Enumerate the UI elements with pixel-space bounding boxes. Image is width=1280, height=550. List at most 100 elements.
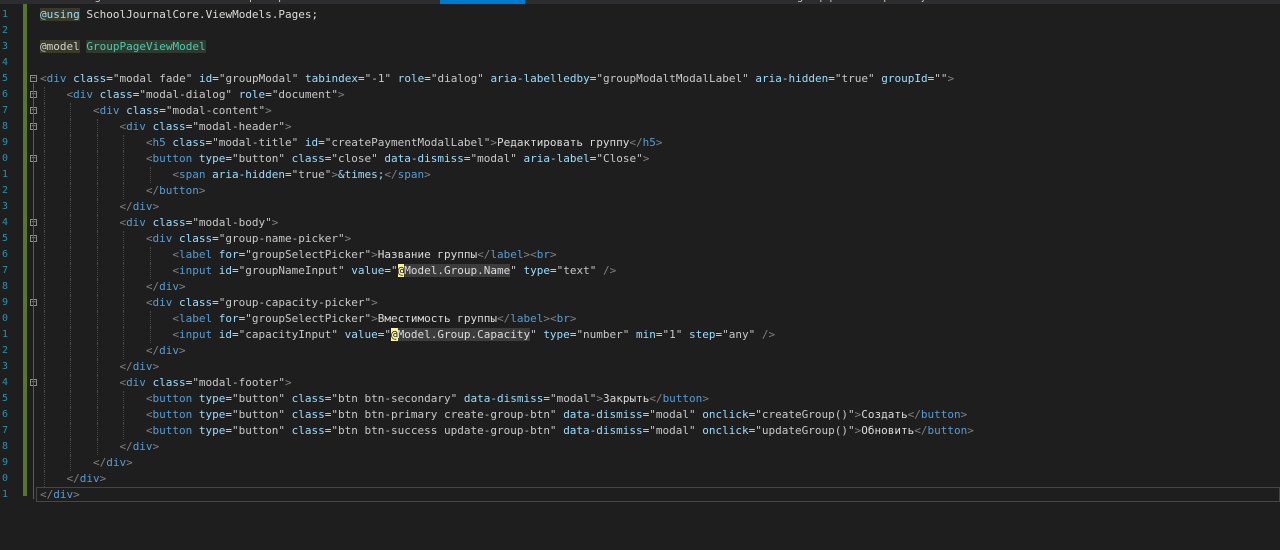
line-number: 1 (1, 9, 8, 20)
indent-guide (70, 135, 72, 151)
indent-guide (44, 247, 45, 263)
code-line[interactable]: <button type="button" class="btn btn-pri… (40, 407, 967, 423)
code-line[interactable]: <button type="button" class="btn btn-suc… (40, 423, 974, 439)
indent-guide (44, 215, 45, 231)
indent-guide (70, 231, 72, 247)
indent-guide (96, 327, 98, 343)
code-line[interactable]: </div> (40, 343, 186, 359)
indent-guide (70, 375, 72, 391)
line-number: 0 (1, 153, 8, 164)
code-line[interactable]: <h5 class="modal-title" id="createPaymen… (40, 135, 663, 151)
editor-tab[interactable]: GroupComponentController.cs (225, 0, 376, 4)
indent-guide (44, 135, 45, 151)
code-line[interactable]: <div class="group-capacity-picker"> (40, 295, 378, 311)
editor-tab[interactable]: Create-group-picker.component.js (760, 0, 930, 4)
indent-guide (96, 295, 98, 311)
code-line[interactable]: <div class="modal-footer"> (40, 375, 291, 391)
line-number: 0 (1, 313, 8, 324)
code-line[interactable]: <div class="modal-dialog" role="document… (40, 87, 344, 103)
code-line[interactable]: <div class="modal-header"> (40, 119, 291, 135)
indent-guide (70, 455, 72, 471)
indent-guide (70, 103, 72, 119)
indent-guide (44, 359, 45, 375)
code-line[interactable]: </div> (40, 471, 106, 487)
indent-guide (96, 311, 98, 327)
line-number: 2 (1, 185, 8, 196)
line-number: 2 (1, 25, 8, 36)
indent-guide (44, 279, 45, 295)
indent-guide (70, 183, 72, 199)
indent-guide (123, 183, 125, 199)
indent-guide (149, 167, 151, 183)
line-number: 9 (1, 297, 8, 308)
code-line[interactable]: </div> (40, 279, 186, 295)
line-number: 8 (1, 281, 8, 292)
code-line[interactable]: @using SchoolJournalCore.ViewModels.Page… (40, 7, 318, 23)
indent-guide (96, 215, 98, 231)
current-line-highlight (36, 487, 1280, 502)
indent-guide (96, 375, 98, 391)
indent-guide (123, 327, 125, 343)
editor-tab[interactable]: AdminModuleController.cs (565, 0, 695, 4)
indent-guide (123, 151, 125, 167)
line-number: 7 (1, 105, 8, 116)
indent-guide (44, 455, 45, 471)
indent-guide (70, 359, 72, 375)
code-line[interactable]: <button type="button" class="btn btn-sec… (40, 391, 709, 407)
code-line[interactable]: <div class="modal-body"> (40, 215, 278, 231)
code-line[interactable]: @model GroupPageViewModel (40, 39, 206, 55)
editor-tab[interactable]: Default.cshtml (440, 0, 526, 4)
line-number: 2 (1, 345, 8, 356)
line-number: 6 (1, 89, 8, 100)
indent-guide (70, 215, 72, 231)
indent-guide (44, 439, 45, 455)
indent-guide (96, 183, 98, 199)
line-number: 1 (1, 329, 8, 340)
code-line[interactable]: </div> (40, 455, 133, 471)
fold-spine (33, 83, 34, 499)
indent-guide (123, 423, 125, 439)
indent-guide (44, 375, 45, 391)
code-line[interactable]: <div class="modal-content"> (40, 103, 272, 119)
line-number: 9 (1, 457, 8, 468)
code-line[interactable]: <button type="button" class="close" data… (40, 151, 649, 167)
indent-guide (44, 391, 45, 407)
indent-guide (123, 343, 125, 359)
indent-guide (123, 279, 125, 295)
code-line[interactable]: <input id="groupNameInput" value="@Model… (40, 263, 616, 279)
code-line[interactable]: <span aria-hidden="true">&times;</span> (40, 167, 430, 183)
code-line[interactable]: </div> (40, 199, 159, 215)
code-line[interactable]: </div> (40, 487, 80, 503)
line-number: 5 (1, 393, 8, 404)
code-line[interactable]: <label for="groupSelectPicker">Вместимос… (40, 311, 576, 327)
indent-guide (70, 407, 72, 423)
code-line[interactable]: </div> (40, 359, 159, 375)
code-line[interactable]: </div> (40, 439, 159, 455)
line-number: 0 (1, 473, 8, 484)
indent-guide (123, 263, 125, 279)
indent-guide (123, 135, 125, 151)
editor-tab[interactable]: ...SchoolPageViewModel.cs (40, 0, 175, 4)
indent-guide (96, 423, 98, 439)
editor-tab[interactable]: Default.cshtml (995, 0, 1068, 4)
line-number-gutter: 1 2 3 4 5 6 7 8 9 0 1 2 3 4 5 6 7 8 9 0 1 2 3 4 5 6 7 8 9 0 1 (0, 4, 24, 550)
collapse-region-icon[interactable]: − (30, 75, 37, 82)
code-line[interactable]: <div class="modal fade" id="groupModal" … (40, 71, 954, 87)
indent-guide (123, 231, 125, 247)
indent-guide (44, 167, 45, 183)
indent-guide (44, 295, 45, 311)
line-number: 5 (1, 233, 8, 244)
indent-guide (44, 199, 45, 215)
indent-guide (96, 359, 98, 375)
indent-guide (44, 423, 45, 439)
indent-guide (44, 407, 45, 423)
indent-guide (96, 199, 98, 215)
indent-guide (96, 263, 98, 279)
indent-guide (96, 407, 98, 423)
indent-guide (96, 135, 98, 151)
code-line[interactable]: <div class="group-name-picker"> (40, 231, 351, 247)
indent-guide (44, 231, 45, 247)
code-line[interactable]: <label for="groupSelectPicker">Название … (40, 247, 556, 263)
change-tracking-bar (23, 4, 27, 496)
line-number: 3 (1, 41, 8, 52)
